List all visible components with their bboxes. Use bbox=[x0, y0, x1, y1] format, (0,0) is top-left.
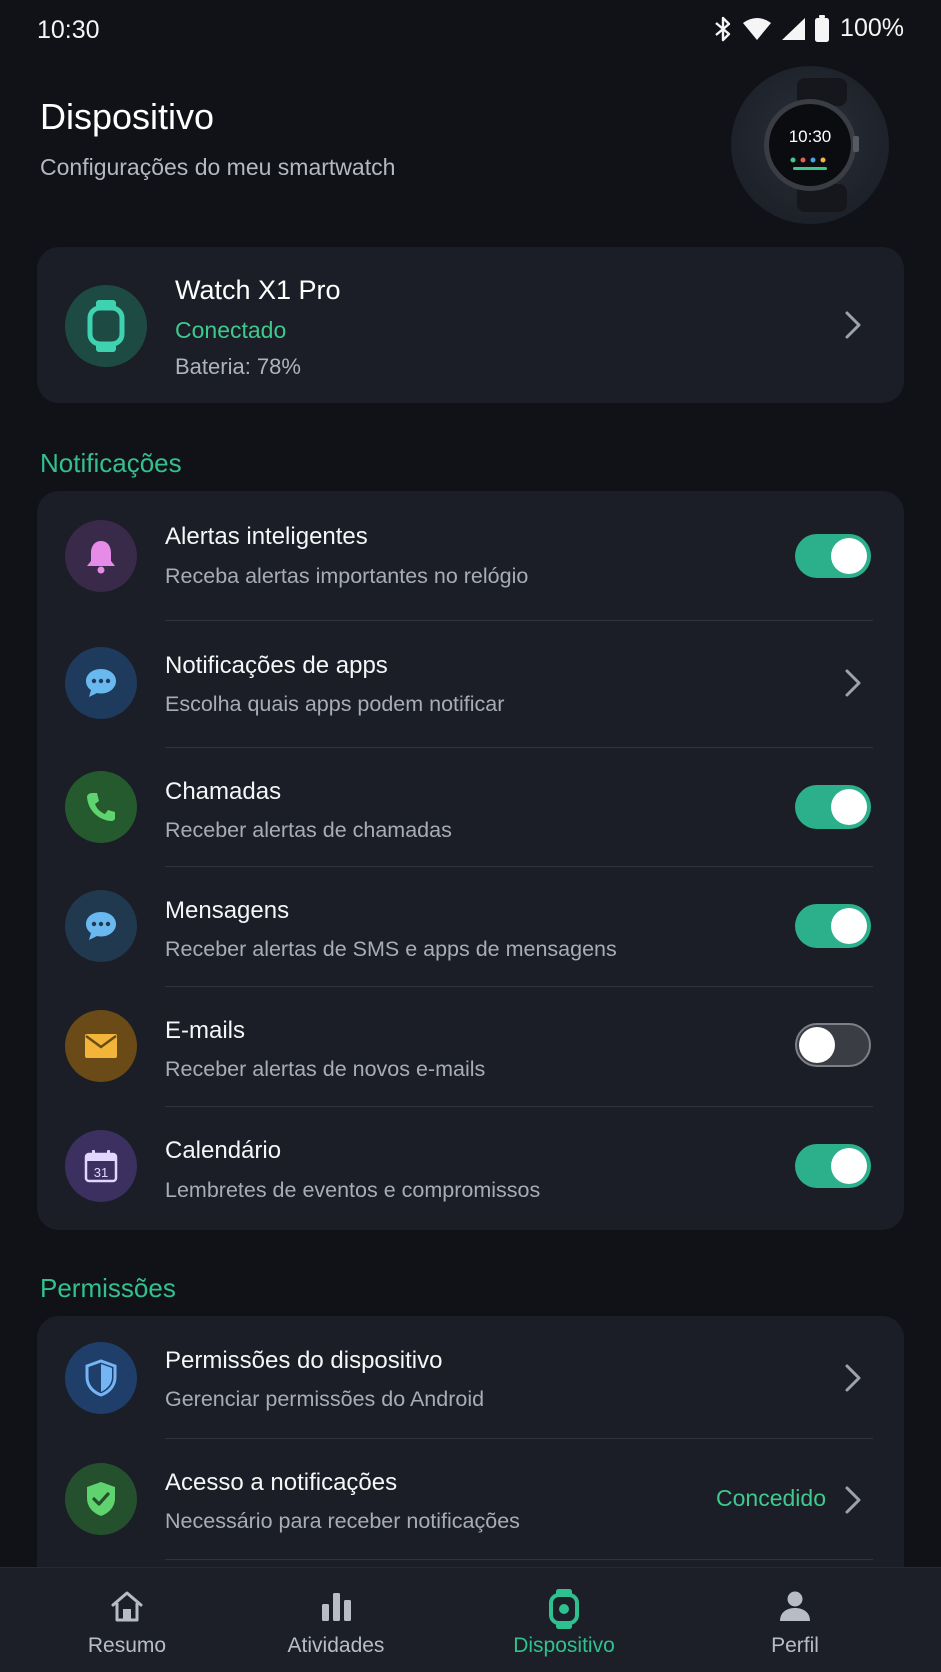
device-connection-status: Conectado bbox=[175, 317, 287, 343]
device-card[interactable]: Watch X1 Pro Conectado Bateria: 78% bbox=[37, 247, 904, 403]
emails-toggle[interactable] bbox=[795, 1023, 871, 1067]
list-item-smart-alerts[interactable]: Alertas inteligentes Receba alertas impo… bbox=[37, 491, 904, 619]
wifi-icon bbox=[742, 17, 772, 41]
nav-item-atividades[interactable]: Atividades bbox=[246, 1568, 426, 1672]
phone-icon bbox=[65, 771, 137, 843]
row-subtitle: Necessário para receber notificações bbox=[165, 1509, 520, 1533]
person-icon bbox=[777, 1588, 813, 1629]
list-item-app-notifications[interactable]: Notificações de apps Escolha quais apps … bbox=[37, 621, 904, 746]
shield-check-icon bbox=[65, 1463, 137, 1535]
row-title: Acesso a notificações bbox=[165, 1469, 398, 1496]
nav-label: Atividades bbox=[287, 1634, 385, 1657]
row-title: Notificações de apps bbox=[165, 652, 388, 679]
status-bar: 10:30 100% bbox=[0, 0, 941, 60]
row-title: Chamadas bbox=[165, 778, 282, 805]
watch-icon bbox=[549, 1588, 579, 1635]
shield-icon bbox=[65, 1342, 137, 1414]
home-icon bbox=[109, 1588, 145, 1629]
nav-label: Resumo bbox=[87, 1634, 167, 1657]
device-watch-icon bbox=[65, 285, 147, 367]
divider bbox=[165, 1559, 873, 1560]
smart-alerts-toggle[interactable] bbox=[795, 534, 871, 578]
signal-icon bbox=[780, 17, 806, 41]
nav-item-dispositivo[interactable]: Dispositivo bbox=[474, 1568, 654, 1672]
row-subtitle: Receber alertas de SMS e apps de mensage… bbox=[165, 937, 617, 961]
row-subtitle: Receber alertas de chamadas bbox=[165, 818, 452, 842]
calendar-toggle[interactable] bbox=[795, 1144, 871, 1188]
toggle-knob bbox=[831, 1148, 867, 1184]
page-subtitle: Configurações do meu smartwatch bbox=[40, 154, 396, 180]
bell-icon bbox=[65, 520, 137, 592]
bar-chart-icon bbox=[318, 1588, 354, 1629]
list-item-notification-access[interactable]: Acesso a notificações Necessário para re… bbox=[37, 1439, 904, 1559]
list-item-emails[interactable]: E-mails Receber alertas de novos e-mails bbox=[37, 987, 904, 1106]
battery-percent: 100% bbox=[840, 14, 904, 42]
permissions-section-title: Permissões bbox=[40, 1273, 176, 1303]
row-title: E-mails bbox=[165, 1017, 246, 1044]
row-subtitle: Escolha quais apps podem notificar bbox=[165, 692, 505, 716]
device-battery: Bateria: 78% bbox=[175, 354, 301, 379]
calendar-icon: 31 bbox=[65, 1130, 137, 1202]
chevron-right-icon bbox=[845, 669, 861, 697]
status-time: 10:30 bbox=[37, 16, 100, 44]
granted-status: Concedido bbox=[716, 1485, 826, 1511]
list-item-calls[interactable]: Chamadas Receber alertas de chamadas bbox=[37, 748, 904, 866]
chevron-right-icon bbox=[845, 1486, 861, 1514]
chevron-right-icon bbox=[845, 311, 861, 339]
notifications-section-title: Notificações bbox=[40, 448, 182, 478]
row-subtitle: Receber alertas de novos e-mails bbox=[165, 1057, 486, 1081]
row-title: Alertas inteligentes bbox=[165, 523, 368, 550]
row-title: Permissões do dispositivo bbox=[165, 1347, 443, 1374]
messages-toggle[interactable] bbox=[795, 904, 871, 948]
chat-bubble-icon bbox=[65, 647, 137, 719]
list-item-messages[interactable]: Mensagens Receber alertas de SMS e apps … bbox=[37, 867, 904, 986]
battery-icon bbox=[814, 14, 830, 43]
page-title: Dispositivo bbox=[40, 96, 215, 137]
row-subtitle: Receba alertas importantes no relógio bbox=[165, 564, 529, 588]
toggle-knob bbox=[831, 789, 867, 825]
calls-toggle[interactable] bbox=[795, 785, 871, 829]
row-title: Mensagens bbox=[165, 897, 290, 924]
calendar-day: 31 bbox=[94, 1165, 108, 1180]
nav-label: Dispositivo bbox=[513, 1634, 615, 1657]
bottom-navigation: Resumo Atividades Dispositivo Perfil bbox=[0, 1567, 941, 1672]
device-settings-screen: 10:30 100% Dispositivo Configurações do … bbox=[0, 0, 941, 1672]
status-icons: 100% bbox=[712, 14, 904, 43]
row-title: Calendário bbox=[165, 1137, 282, 1164]
watch-image: 10:30 bbox=[731, 66, 889, 224]
toggle-knob bbox=[831, 908, 867, 944]
device-name: Watch X1 Pro bbox=[175, 275, 341, 305]
toggle-knob bbox=[799, 1027, 835, 1063]
chevron-right-icon bbox=[845, 1364, 861, 1392]
row-subtitle: Lembretes de eventos e compromissos bbox=[165, 1178, 541, 1202]
bluetooth-icon bbox=[712, 15, 734, 43]
list-item-calendar[interactable]: 31 Calendário Lembretes de eventos e com… bbox=[37, 1107, 904, 1230]
message-icon bbox=[65, 890, 137, 962]
nav-item-perfil[interactable]: Perfil bbox=[705, 1568, 885, 1672]
envelope-icon bbox=[65, 1010, 137, 1082]
watch-face-time: 10:30 bbox=[789, 127, 832, 146]
nav-label: Perfil bbox=[771, 1634, 819, 1657]
nav-item-resumo[interactable]: Resumo bbox=[37, 1568, 217, 1672]
row-subtitle: Gerenciar permissões do Android bbox=[165, 1387, 485, 1411]
list-item-device-permissions[interactable]: Permissões do dispositivo Gerenciar perm… bbox=[37, 1316, 904, 1438]
toggle-knob bbox=[831, 538, 867, 574]
notifications-card: Alertas inteligentes Receba alertas impo… bbox=[37, 491, 904, 1230]
